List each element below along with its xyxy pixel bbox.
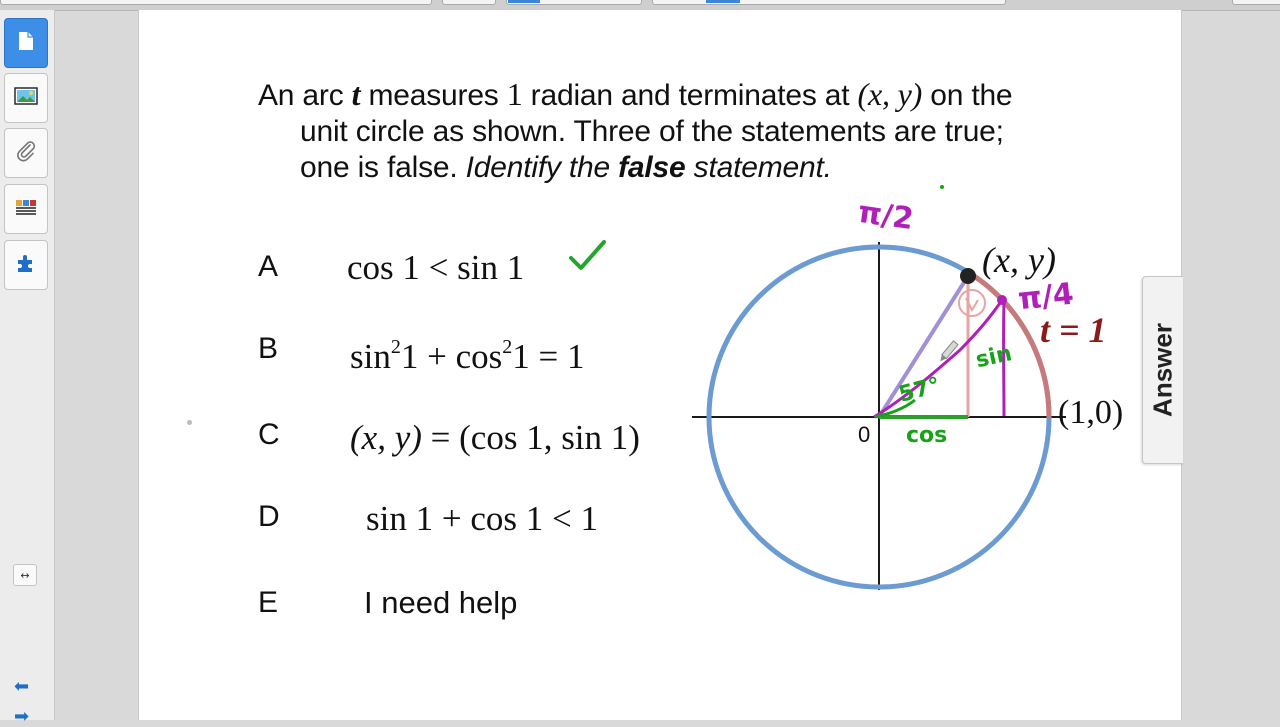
option-b-expression[interactable]: sin21 + cos21 = 1 [350, 336, 585, 377]
addons-button[interactable] [4, 240, 48, 290]
option-d-letter[interactable]: D [258, 500, 280, 534]
option-d-expression[interactable]: sin 1 + cos 1 < 1 [366, 499, 598, 539]
pi-quarter-point [997, 295, 1007, 305]
toolbar-active-indicator [706, 0, 740, 3]
option-a-expression[interactable]: cos 1 < sin 1 [347, 248, 524, 288]
checkmark-annotation [568, 238, 608, 277]
sin-annotation: sin [974, 341, 1015, 373]
image-icon [14, 86, 38, 111]
page-gutter-dot [187, 420, 192, 425]
t-label: t = 1 [1040, 310, 1107, 350]
option-a-letter[interactable]: A [258, 250, 278, 284]
option-c-expression[interactable]: (x, y) = (cos 1, sin 1) [350, 418, 640, 458]
answer-tab-label: Answer [1148, 323, 1179, 417]
option-e-expression[interactable]: I need help [364, 585, 517, 621]
question-line-1: An arc t measures 1 radian and terminate… [258, 79, 1012, 112]
point-label: (x, y) [982, 240, 1056, 280]
option-e-letter[interactable]: E [258, 586, 278, 620]
option-c-letter[interactable]: C [258, 418, 280, 452]
question-text: An arc t measures 1 radian and terminate… [258, 76, 1138, 186]
toolbar-segment[interactable] [0, 0, 432, 5]
pi-half-annotation: π/2 [856, 195, 916, 237]
toolbar-segment[interactable] [1232, 0, 1280, 5]
toolbar-segment[interactable] [442, 0, 496, 5]
terminal-point [960, 268, 976, 284]
resize-arrows-icon: ↔ [20, 569, 29, 582]
angle-marker [959, 290, 985, 316]
question-line-2: unit circle as shown. Three of the state… [258, 114, 1138, 150]
gallery-button[interactable] [4, 73, 48, 123]
arrow-left-icon: ⬅ [14, 676, 29, 697]
one-zero-label: (1,0) [1058, 394, 1123, 431]
left-sidebar: ↔ ⬅ ➡ [0, 10, 55, 720]
addons-icon [15, 253, 37, 278]
attachments-button[interactable] [4, 128, 48, 178]
unit-circle-diagram: (x, y) t = 1 (1,0) 0 π/2 π/4 57° sin cos [680, 180, 1150, 605]
next-page-button[interactable]: ➡ [14, 706, 29, 727]
arrow-right-icon: ➡ [14, 706, 29, 727]
stray-dot [940, 185, 944, 189]
collapse-sidebar-button[interactable]: ↔ [13, 564, 37, 586]
attachment-icon [15, 140, 37, 167]
properties-button[interactable] [4, 184, 48, 234]
answer-tab[interactable]: Answer [1142, 276, 1183, 464]
origin-label: 0 [858, 422, 870, 447]
option-b-letter[interactable]: B [258, 332, 278, 366]
page-icon [17, 31, 35, 56]
toolbar-active-indicator [508, 0, 540, 3]
point-xy: (x, y) [858, 76, 923, 112]
gallery-icon [14, 197, 38, 222]
cos-annotation: cos [906, 423, 947, 448]
previous-page-button[interactable]: ⬅ [14, 676, 29, 697]
page-sorter-button[interactable] [4, 18, 48, 68]
pi-quarter-annotation: π/4 [1016, 277, 1075, 318]
